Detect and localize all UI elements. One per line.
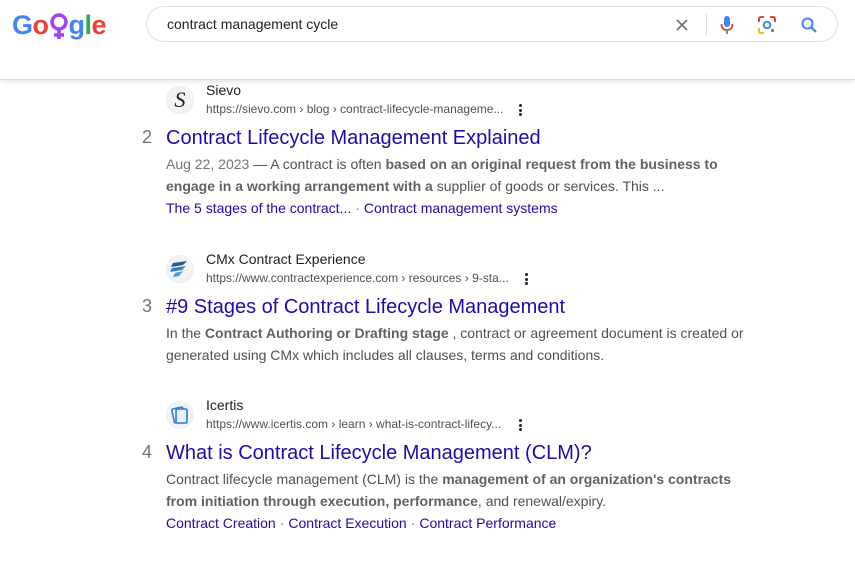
lens-icon[interactable] [756, 14, 778, 36]
snippet-text-end: supplier of goods or services. This ... [432, 178, 665, 194]
sitelink-separator: · [410, 515, 416, 531]
sitelink-contract-creation[interactable]: Contract Creation [166, 515, 276, 531]
snippet-text-end: , and renewal/expiry. [477, 493, 607, 509]
search-box-divider [706, 14, 707, 36]
result-site-name[interactable]: Sievo [206, 82, 241, 98]
sitelink-contract-performance[interactable]: Contract Performance [419, 515, 556, 531]
logo-letter-g: G [12, 10, 33, 40]
sitelink-5-stages[interactable]: The 5 stages of the contract... [166, 200, 351, 216]
result-title-link[interactable]: #9 Stages of Contract Lifecycle Manageme… [166, 296, 565, 319]
result-title-link[interactable]: What is Contract Lifecycle Management (C… [166, 442, 592, 465]
result-site-name[interactable]: Icertis [206, 397, 243, 413]
result-number: 2 [142, 127, 153, 147]
cmx-favicon [166, 255, 194, 283]
snippet-bold: Contract Authoring or Drafting stage [204, 325, 449, 341]
result-url[interactable]: https://sievo.com › blog › contract-life… [206, 102, 503, 116]
snippet-text: — A contract is often [249, 156, 386, 172]
result-snippet: Aug 22, 2023 — A contract is often based… [166, 153, 766, 197]
result-url[interactable]: https://www.icertis.com › learn › what-i… [206, 417, 501, 431]
svg-text:S: S [175, 89, 186, 111]
close-icon[interactable] [671, 14, 693, 36]
snippet-text: Contract lifecycle management (CLM) is t… [166, 471, 443, 487]
sitelink-separator: · [355, 200, 360, 216]
result-number: 4 [142, 442, 153, 462]
more-vert-icon[interactable] [521, 271, 531, 287]
search-header: G o g l e [0, 0, 855, 80]
sitelink-contract-execution[interactable]: Contract Execution [288, 515, 406, 531]
result-sitelinks: Contract Creation · Contract Execution · Con… [166, 515, 556, 531]
result-snippet: Contract lifecycle management (CLM) is t… [166, 468, 766, 512]
more-vert-icon[interactable] [515, 102, 525, 118]
icertis-favicon [166, 401, 194, 429]
logo-letter-o: o [32, 10, 50, 40]
logo-letter-e: e [91, 10, 107, 40]
result-sitelinks: The 5 stages of the contract... · Contract… [166, 200, 558, 216]
snippet-text: In the [166, 325, 205, 341]
microphone-icon[interactable] [716, 14, 738, 36]
search-input[interactable] [167, 7, 647, 41]
logo-letter-l: l [84, 10, 93, 40]
result-snippet: In the Contract Authoring or Drafting st… [166, 322, 766, 366]
result-site-name[interactable]: CMx Contract Experience [206, 251, 366, 267]
sitelink-separator: · [279, 515, 285, 531]
result-url[interactable]: https://www.contractexperience.com › res… [206, 271, 509, 285]
logo-letter-g2: g [68, 10, 86, 40]
result-title-link[interactable]: Contract Lifecycle Management Explained [166, 127, 541, 150]
search-icon[interactable] [798, 14, 820, 36]
more-vert-icon[interactable] [515, 417, 525, 433]
result-date: Aug 22, 2023 [166, 156, 250, 172]
sievo-favicon: S [166, 86, 194, 114]
result-number: 3 [142, 296, 153, 316]
doodle-female-symbol-icon [49, 8, 69, 42]
search-box [146, 6, 838, 42]
sitelink-contract-management-systems[interactable]: Contract management systems [364, 200, 558, 216]
google-logo[interactable]: G o g l e [12, 8, 107, 42]
